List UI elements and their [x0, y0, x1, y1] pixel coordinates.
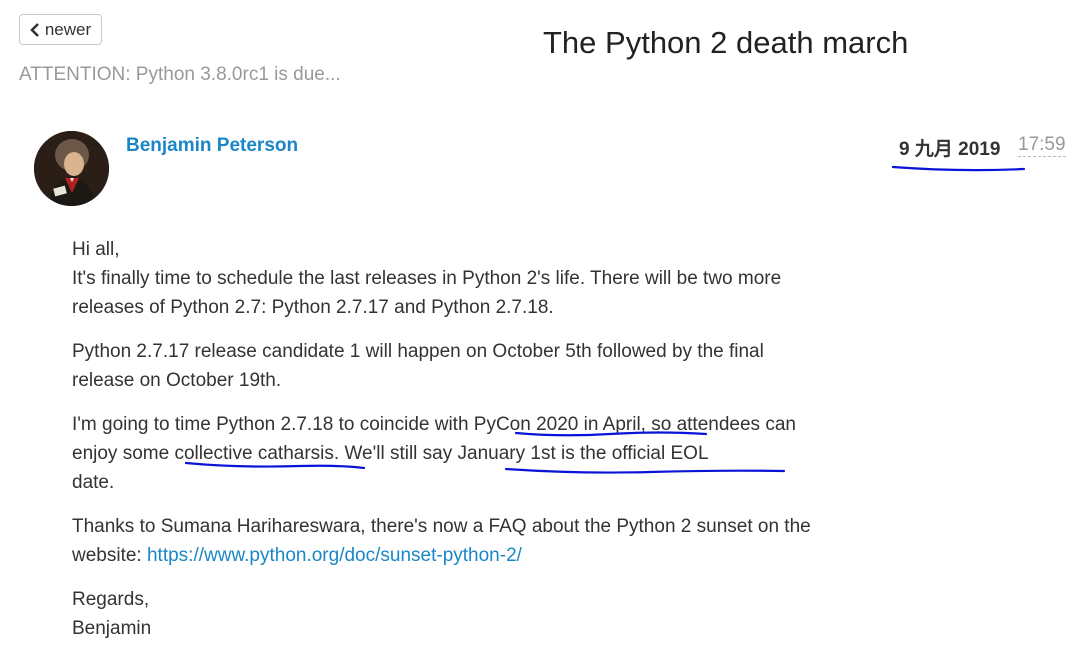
author-name[interactable]: Benjamin Peterson	[126, 135, 298, 157]
newer-button[interactable]: newer	[19, 14, 102, 45]
newer-button-label: newer	[44, 19, 92, 39]
sunset-faq-link[interactable]: https://www.python.org/doc/sunset-python…	[147, 545, 522, 566]
body-line: releases of Python 2.7: Python 2.7.17 an…	[72, 297, 554, 318]
body-line: Python 2.7.17 release candidate 1 will h…	[72, 341, 764, 362]
body-line: I'm going to time Python 2.7.18 to coinc…	[72, 414, 796, 435]
message-time: 17:59	[1018, 134, 1066, 157]
message-body: Hi all, It's finally time to schedule th…	[72, 235, 902, 658]
date-underline-annotation	[891, 165, 1026, 172]
avatar-portrait-image	[34, 131, 109, 206]
body-line: website: https://www.python.org/doc/suns…	[72, 541, 902, 570]
message-paragraph: I'm going to time Python 2.7.18 to coinc…	[72, 410, 902, 497]
body-line: Thanks to Sumana Harihareswara, there's …	[72, 516, 811, 537]
message-paragraph: Python 2.7.17 release candidate 1 will h…	[72, 337, 902, 395]
body-line: Benjamin	[72, 618, 152, 639]
body-line: date.	[72, 472, 115, 493]
body-line-prefix: website:	[72, 545, 147, 566]
message-paragraph: Regards, Benjamin	[72, 585, 902, 643]
avatar[interactable]	[34, 131, 109, 206]
body-line: release on October 19th.	[72, 370, 282, 391]
body-line: Hi all,	[72, 239, 120, 260]
body-line: enjoy some collective catharsis. We'll s…	[72, 443, 709, 464]
thread-title: The Python 2 death march	[543, 25, 909, 60]
previous-thread-link[interactable]: ATTENTION: Python 3.8.0rc1 is due...	[19, 64, 341, 86]
body-line: It's finally time to schedule the last r…	[72, 268, 782, 289]
chevron-left-icon	[30, 22, 39, 37]
message-paragraph: Thanks to Sumana Harihareswara, there's …	[72, 512, 902, 570]
message-paragraph: Hi all, It's finally time to schedule th…	[72, 235, 902, 322]
body-line: Regards,	[72, 589, 150, 610]
message-date: 9 九月 2019	[899, 139, 1001, 160]
